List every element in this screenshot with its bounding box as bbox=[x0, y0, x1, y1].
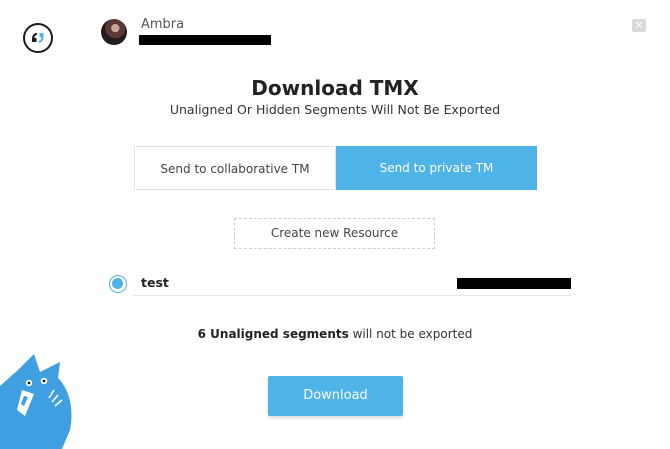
dialog-title: Download TMX bbox=[251, 76, 419, 100]
redacted-email bbox=[139, 35, 271, 45]
create-new-resource-button[interactable]: Create new Resource bbox=[234, 218, 435, 249]
close-icon[interactable]: ✕ bbox=[632, 19, 646, 32]
download-button[interactable]: Download bbox=[268, 376, 403, 416]
unaligned-info: 6 Unaligned segments will not be exporte… bbox=[0, 327, 670, 341]
tab-send-to-private-tm[interactable]: Send to private TM bbox=[336, 146, 537, 190]
mascot-cat-icon bbox=[0, 354, 72, 449]
user-avatar bbox=[101, 19, 127, 45]
resource-name: test bbox=[141, 275, 169, 290]
user-name: Ambra bbox=[141, 17, 185, 32]
unaligned-count: 6 Unaligned segments bbox=[197, 327, 349, 341]
tab-send-to-collaborative-tm[interactable]: Send to collaborative TM bbox=[134, 146, 336, 190]
resource-radio[interactable] bbox=[109, 275, 127, 293]
matecat-logo-icon bbox=[23, 23, 53, 53]
redacted-key bbox=[457, 278, 571, 289]
dialog-subtitle: Unaligned Or Hidden Segments Will Not Be… bbox=[169, 102, 501, 117]
row-divider bbox=[133, 295, 571, 296]
unaligned-rest: will not be exported bbox=[348, 327, 473, 341]
